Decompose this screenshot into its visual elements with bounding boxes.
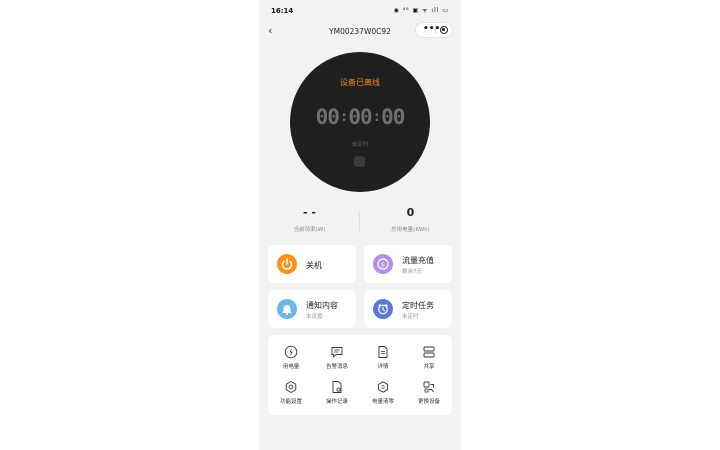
alarm-clock-icon (373, 299, 393, 319)
bell-icon (277, 299, 297, 319)
tool-label: 功能设置 (279, 399, 302, 405)
status-icons: ◉ ⁴⁶ ▣ ᯤ ıll ▭ (393, 7, 449, 14)
tool-replace-device[interactable]: 更换设备 (406, 380, 452, 410)
tool-label: 更换设备 (417, 399, 440, 405)
notify-title: 通知内容 (306, 301, 338, 310)
phone-screen: 16:14 ◉ ⁴⁶ ▣ ᯤ ıll ▭ ‹ YM00237W0C92 ••• … (259, 0, 461, 450)
timer-dial: 设备已离线 00:00:00 未定时 (290, 52, 430, 192)
more-icon[interactable]: ••• (423, 24, 440, 34)
capsule-divider (435, 26, 436, 34)
current-power-label: 当前功率(W) (293, 227, 326, 233)
tool-label: 共享 (423, 364, 435, 370)
total-energy-stat: 0 总用电量(KWh) (360, 205, 461, 233)
lightning-icon (284, 345, 298, 359)
tool-label: 操作记录 (325, 399, 348, 405)
stats-row: - - 当前功率(W) 0 总用电量(KWh) (259, 205, 461, 235)
colon: : (372, 109, 382, 125)
total-energy-label: 总用电量(KWh) (391, 227, 430, 233)
current-power-stat: - - 当前功率(W) (259, 205, 360, 233)
countdown-display: 00:00:00 (290, 105, 430, 129)
swap-device-icon (423, 381, 434, 393)
current-power-value: - - (303, 206, 316, 219)
miniapp-capsule: ••• (415, 22, 453, 38)
record-icon (332, 381, 342, 393)
timer-title: 定时任务 (402, 301, 434, 310)
tool-label: 用电量 (282, 364, 300, 370)
close-target-icon[interactable] (440, 26, 448, 34)
hours: 00 (315, 105, 340, 129)
document-icon (378, 346, 388, 358)
notify-content-card[interactable]: 通知内容 未设置 (268, 290, 356, 328)
device-status: 设备已离线 (340, 78, 380, 87)
currency-icon: $ (373, 254, 393, 274)
tool-operation-log[interactable]: 操作记录 (314, 380, 360, 410)
share-icon (423, 346, 435, 358)
data-topup-card[interactable]: $ 流量充值 剩余7天 (364, 245, 452, 283)
hexagon-settings-icon (285, 381, 297, 393)
notify-sub: 未设置 (306, 314, 323, 320)
svg-text:0: 0 (381, 385, 385, 391)
tool-share[interactable]: 共享 (406, 345, 452, 375)
message-icon (331, 347, 343, 358)
power-icon (277, 254, 297, 274)
scheduled-task-card[interactable]: 定时任务 未定时 (364, 290, 452, 328)
power-off-label: 关机 (306, 261, 322, 270)
timer-sub: 未定时 (402, 314, 419, 320)
tool-details[interactable]: 详情 (360, 345, 406, 375)
status-bar: 16:14 ◉ ⁴⁶ ▣ ᯤ ıll ▭ (259, 0, 461, 22)
stop-button[interactable] (354, 156, 365, 167)
tool-label: 电量清零 (371, 399, 394, 405)
power-off-card[interactable]: 关机 (268, 245, 356, 283)
nav-bar: ‹ YM00237W0C92 ••• (259, 22, 461, 40)
tool-alarm-messages[interactable]: 告警消息 (314, 345, 360, 375)
tool-label: 告警消息 (325, 364, 348, 370)
topup-sub: 剩余7天 (402, 269, 422, 275)
svg-text:$: $ (381, 261, 385, 269)
seconds: 00 (381, 105, 405, 129)
minutes: 00 (348, 105, 372, 129)
tool-function-settings[interactable]: 功能设置 (268, 380, 314, 410)
timer-state: 未定时 (351, 142, 369, 148)
tool-reset-energy[interactable]: 0 电量清零 (360, 380, 406, 410)
colon: : (339, 109, 349, 125)
total-energy-value: 0 (406, 206, 415, 219)
topup-title: 流量充值 (402, 256, 434, 265)
tool-energy-usage[interactable]: 用电量 (268, 345, 314, 375)
reset-icon: 0 (377, 381, 389, 393)
tools-panel: 用电量 告警消息 详情 共享 功能设置 操作记录 0 电量清零 更换设备 (268, 335, 452, 415)
tool-label: 详情 (377, 364, 389, 370)
status-time: 16:14 (271, 7, 294, 15)
